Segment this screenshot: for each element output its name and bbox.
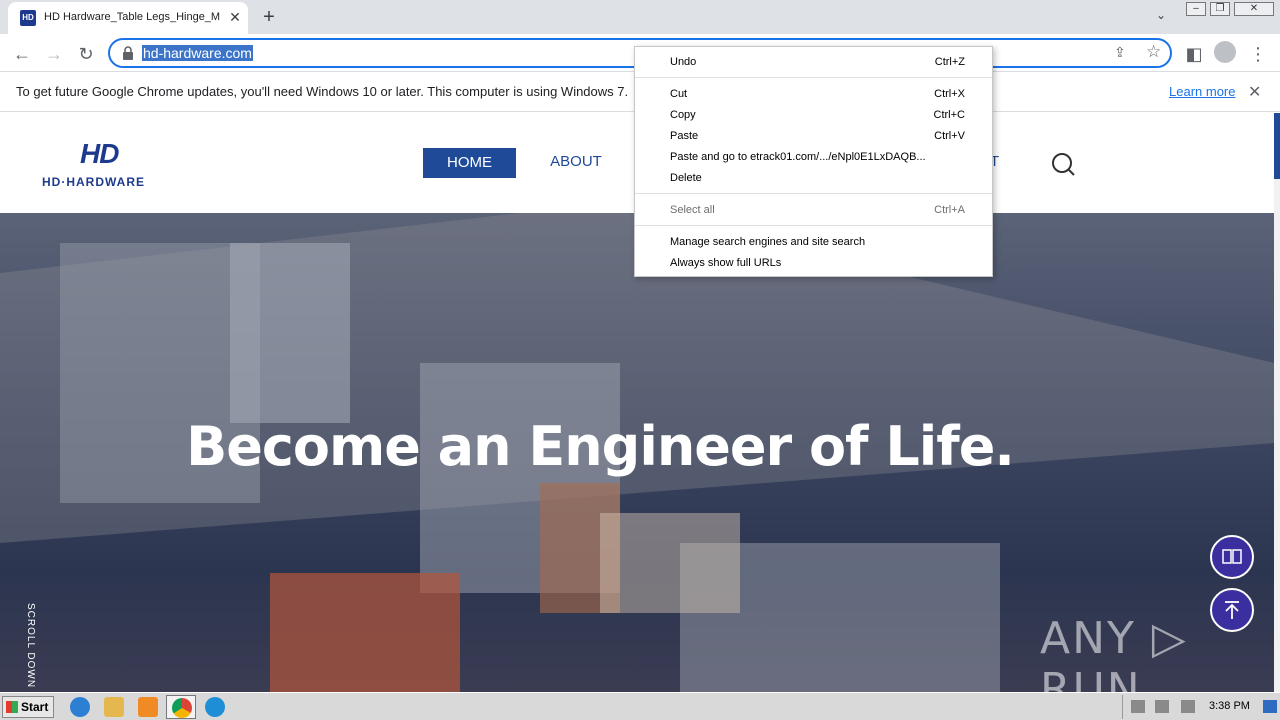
logo-text: HD·HARDWARE (42, 175, 145, 189)
window-minimize-button[interactable]: – (1186, 2, 1206, 16)
hero-banner: Become an Engineer of Life. SCROLL DOWN … (0, 213, 1274, 692)
arrow-up-icon (1225, 601, 1239, 619)
learn-more-link[interactable]: Learn more (1169, 84, 1235, 99)
share-icon[interactable]: ⇪ (1114, 44, 1132, 62)
tab-title: HD Hardware_Table Legs_Hinge_Metal (44, 11, 220, 23)
start-label: Start (21, 700, 49, 714)
profile-avatar-icon[interactable] (1214, 41, 1236, 63)
menu-item-undo[interactable]: Undo Ctrl+Z (635, 52, 992, 72)
back-arrow-icon[interactable]: ← (10, 42, 34, 66)
menu-separator (635, 193, 992, 194)
book-icon (1222, 549, 1242, 564)
kebab-menu-icon[interactable]: ⋮ (1246, 42, 1270, 66)
menu-item-delete[interactable]: Delete (635, 168, 992, 188)
scrollbar-thumb[interactable] (1274, 113, 1280, 179)
media-player-icon[interactable] (138, 697, 158, 717)
file-explorer-icon[interactable] (104, 697, 124, 717)
page-scrollbar[interactable] (1274, 113, 1280, 692)
url-text[interactable]: hd-hardware.com (142, 45, 253, 61)
action-center-flag-icon[interactable] (1181, 700, 1195, 713)
scroll-down-hint[interactable]: SCROLL DOWN (24, 603, 36, 692)
site-logo[interactable]: HD HD·HARDWARE (42, 138, 166, 190)
window-restore-button[interactable]: ❐ (1210, 2, 1230, 16)
menu-item-cut[interactable]: Cut Ctrl+X (635, 84, 992, 104)
start-button[interactable]: Start (2, 696, 54, 718)
network-icon[interactable] (1155, 700, 1169, 713)
edge-icon[interactable] (205, 697, 225, 717)
tab-close-icon[interactable]: ✕ (226, 8, 244, 26)
bookmark-star-icon[interactable]: ☆ (1146, 42, 1166, 62)
menu-item-show-full-urls[interactable]: Always show full URLs (635, 253, 992, 273)
menu-item-copy[interactable]: Copy Ctrl+C (635, 105, 992, 125)
catalog-book-button[interactable] (1210, 535, 1254, 579)
chrome-icon (172, 698, 192, 718)
system-tray: 3:38 PM (1122, 695, 1280, 719)
menu-item-paste-and-go[interactable]: Paste and go to etrack01.com/.../eNpl0E1… (635, 147, 992, 167)
menu-item-manage-search-engines[interactable]: Manage search engines and site search (635, 232, 992, 252)
infobar-message: To get future Google Chrome updates, you… (16, 84, 629, 99)
hero-tagline: Become an Engineer of Life. (186, 415, 1015, 478)
context-menu: Undo Ctrl+Z Cut Ctrl+X Copy Ctrl+C Paste… (634, 46, 993, 277)
volume-icon[interactable] (1131, 700, 1145, 713)
menu-separator (635, 77, 992, 78)
reload-icon[interactable]: ↻ (74, 42, 98, 66)
nav-home-link[interactable]: HOME (423, 148, 516, 178)
lock-icon[interactable] (122, 46, 134, 60)
new-tab-button[interactable]: + (258, 6, 280, 28)
infobar-close-icon[interactable]: ✕ (1248, 82, 1261, 102)
forward-arrow-icon[interactable]: → (42, 42, 66, 66)
show-desktop-icon[interactable] (1263, 700, 1277, 713)
windows-logo-icon (6, 701, 18, 713)
internet-explorer-icon[interactable] (70, 697, 90, 717)
taskbar-clock[interactable]: 3:38 PM (1209, 700, 1250, 712)
window-close-button[interactable]: ✕ (1234, 2, 1274, 16)
tab-strip: HD HD Hardware_Table Legs_Hinge_Metal ✕ … (0, 0, 1280, 34)
search-icon[interactable] (1050, 151, 1076, 177)
logo-mark: HD (80, 138, 119, 169)
menu-item-select-all[interactable]: Select all Ctrl+A (635, 200, 992, 220)
windows-taskbar: Start 3:38 PM (0, 692, 1280, 720)
menu-separator (635, 225, 992, 226)
back-to-top-button[interactable] (1210, 588, 1254, 632)
browser-tab[interactable]: HD HD Hardware_Table Legs_Hinge_Metal ✕ (8, 2, 248, 34)
tab-search-chevron-icon[interactable]: ⌄ (1150, 8, 1172, 26)
menu-item-paste[interactable]: Paste Ctrl+V (635, 126, 992, 146)
nav-about-link[interactable]: ABOUT (540, 153, 612, 170)
side-panel-icon[interactable]: ◧ (1182, 42, 1206, 66)
taskbar-chrome-button[interactable] (166, 695, 196, 719)
favicon-icon: HD (20, 10, 36, 26)
